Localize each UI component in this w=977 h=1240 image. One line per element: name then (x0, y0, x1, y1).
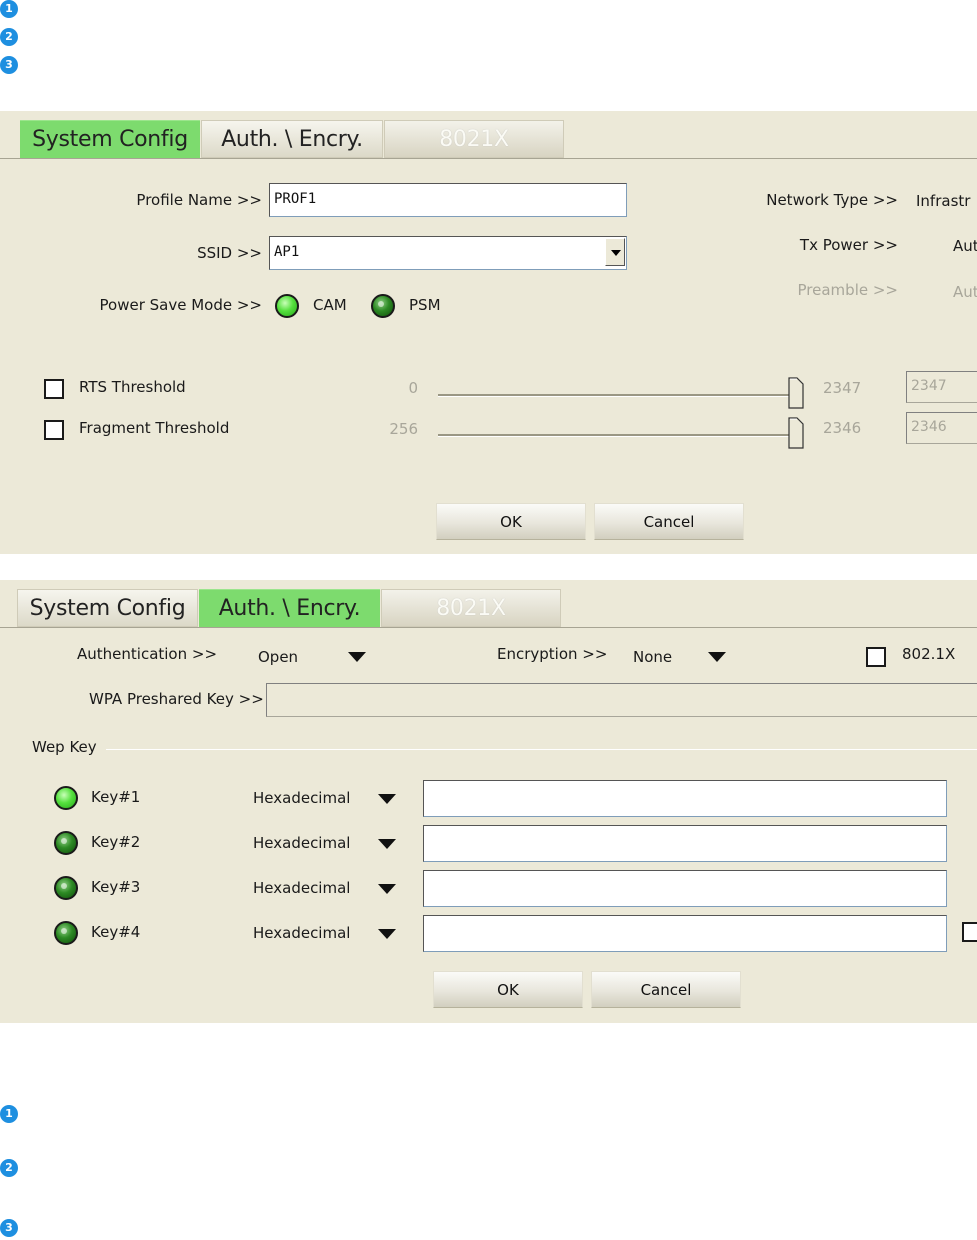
key2-radio[interactable] (54, 831, 78, 855)
key1-format-dropdown-arrow[interactable] (378, 794, 396, 804)
key3-radio[interactable] (54, 876, 78, 900)
key2-format-value[interactable]: Hexadecimal (253, 834, 350, 852)
key2-input[interactable] (423, 825, 947, 862)
wep-key-group-line (106, 749, 977, 750)
tx-power-label: Tx Power >> (799, 236, 898, 254)
auth-encry-panel: System Config Auth. \ Encry. 8021X Authe… (0, 580, 977, 1023)
wpa-preshared-key-input[interactable] (266, 683, 977, 717)
tab-system-config[interactable]: System Config (17, 589, 198, 627)
authentication-label: Authentication >> (77, 645, 218, 663)
cancel-button[interactable]: Cancel (594, 503, 744, 540)
show-key-checkbox[interactable] (962, 922, 977, 942)
profile-name-label: Profile Name >> (136, 191, 262, 209)
tab-auth-encry[interactable]: Auth. \ Encry. (201, 120, 383, 158)
tx-power-value[interactable]: Aut (953, 237, 977, 255)
step-badge-3: 3 (0, 1219, 18, 1237)
tab-underline (0, 627, 977, 628)
rts-max-label: 2347 (823, 379, 862, 397)
step-badge-2: 2 (0, 28, 18, 46)
fragment-slider-thumb[interactable] (788, 417, 804, 449)
encryption-dropdown-arrow[interactable] (708, 652, 726, 662)
ssid-label: SSID >> (197, 244, 262, 262)
network-type-label: Network Type >> (766, 191, 898, 209)
wep-key-group-label: Wep Key (32, 738, 97, 756)
fragment-threshold-label: Fragment Threshold (79, 419, 230, 437)
profile-name-input[interactable]: PROF1 (269, 183, 627, 217)
tab-8021x: 8021X (381, 589, 561, 627)
wpa-preshared-key-label: WPA Preshared Key >> (89, 690, 264, 708)
fragment-slider-track[interactable] (438, 434, 792, 437)
system-config-panel: System Config Auth. \ Encry. 8021X Profi… (0, 111, 977, 554)
tab-underline (0, 158, 977, 159)
cancel-button[interactable]: Cancel (591, 971, 741, 1008)
key3-input[interactable] (423, 870, 947, 907)
fragment-threshold-checkbox[interactable] (44, 420, 64, 440)
rts-slider-thumb[interactable] (788, 377, 804, 409)
rts-threshold-checkbox[interactable] (44, 379, 64, 399)
rts-threshold-label: RTS Threshold (79, 378, 186, 396)
ok-button[interactable]: OK (433, 971, 583, 1008)
rts-value-field: 2347 (906, 371, 977, 403)
tab-system-config[interactable]: System Config (20, 120, 200, 158)
step-badge-1: 1 (0, 0, 18, 18)
psm-radio[interactable] (371, 294, 395, 318)
authentication-value[interactable]: Open (258, 648, 298, 666)
psm-label: PSM (409, 296, 441, 314)
key4-format-dropdown-arrow[interactable] (378, 929, 396, 939)
encryption-value[interactable]: None (633, 648, 672, 666)
tab-auth-encry[interactable]: Auth. \ Encry. (199, 589, 380, 627)
key1-input[interactable] (423, 780, 947, 817)
tab-8021x: 8021X (384, 120, 564, 158)
ieee8021x-checkbox[interactable] (866, 647, 886, 667)
step-badge-3: 3 (0, 56, 18, 74)
fragment-max-label: 2346 (823, 419, 862, 437)
tab-bar: System Config Auth. \ Encry. 8021X (0, 589, 977, 629)
key4-format-value[interactable]: Hexadecimal (253, 924, 350, 942)
ssid-combobox[interactable]: AP1 (269, 236, 627, 270)
ieee8021x-label: 802.1X (902, 645, 956, 663)
key3-format-value[interactable]: Hexadecimal (253, 879, 350, 897)
preamble-value: Aut (953, 283, 977, 301)
key2-format-dropdown-arrow[interactable] (378, 839, 396, 849)
key3-label: Key#3 (91, 878, 141, 896)
key1-radio[interactable] (54, 786, 78, 810)
step-badge-2: 2 (0, 1159, 18, 1177)
step-badge-1: 1 (0, 1105, 18, 1123)
rts-min-label: 0 (408, 379, 418, 397)
fragment-value-field: 2346 (906, 412, 977, 444)
authentication-dropdown-arrow[interactable] (348, 652, 366, 662)
cam-radio[interactable] (275, 294, 299, 318)
rts-slider-track[interactable] (438, 394, 792, 397)
encryption-label: Encryption >> (497, 645, 608, 663)
key2-label: Key#2 (91, 833, 141, 851)
power-save-mode-label: Power Save Mode >> (99, 296, 262, 314)
fragment-min-label: 256 (389, 420, 418, 438)
network-type-value[interactable]: Infrastr (916, 192, 970, 210)
key1-format-value[interactable]: Hexadecimal (253, 789, 350, 807)
cam-label: CAM (313, 296, 347, 314)
preamble-label: Preamble >> (797, 281, 898, 299)
key1-label: Key#1 (91, 788, 141, 806)
key4-input[interactable] (423, 915, 947, 952)
ok-button[interactable]: OK (436, 503, 586, 540)
tab-bar: System Config Auth. \ Encry. 8021X (0, 120, 977, 160)
ssid-dropdown-button[interactable] (605, 238, 625, 266)
key3-format-dropdown-arrow[interactable] (378, 884, 396, 894)
key4-radio[interactable] (54, 921, 78, 945)
key4-label: Key#4 (91, 923, 141, 941)
ssid-value: AP1 (274, 244, 300, 260)
